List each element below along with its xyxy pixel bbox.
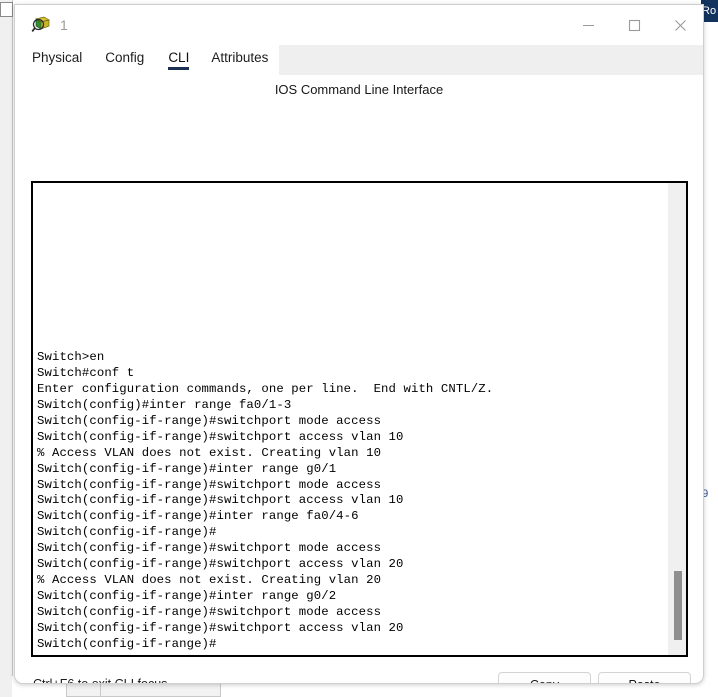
cli-heading: IOS Command Line Interface xyxy=(274,82,444,97)
tab-physical-label: Physical xyxy=(32,50,83,65)
tab-cli-label: CLI xyxy=(168,50,190,65)
tab-attributes-label: Attributes xyxy=(211,50,269,65)
minimize-icon[interactable] xyxy=(565,5,611,45)
terminal-scrollbar[interactable] xyxy=(668,183,686,655)
tab-physical[interactable]: Physical xyxy=(32,45,82,70)
dialog-body: IOS Command Line Interface Switch>en Swi… xyxy=(15,75,703,683)
tab-cli[interactable]: CLI xyxy=(168,45,190,70)
window-titlebar: 1 xyxy=(15,5,703,45)
background-toolbar-icon xyxy=(0,2,13,17)
tab-config-label: Config xyxy=(105,50,145,65)
background-left-panel xyxy=(0,0,13,697)
cli-focus-hint: Ctrl+F6 to exit CLI focus xyxy=(33,677,168,684)
cli-dialog-window: 1 Physical Config CLI Attributes IOS Com… xyxy=(14,4,704,684)
close-icon[interactable] xyxy=(657,5,703,45)
window-title: 1 xyxy=(60,17,68,33)
maximize-icon[interactable] xyxy=(611,5,657,45)
tab-config[interactable]: Config xyxy=(105,45,144,70)
cli-terminal-text: Switch>en Switch#conf t Enter configurat… xyxy=(37,349,494,652)
terminal-scrollbar-thumb[interactable] xyxy=(674,571,682,640)
copy-button[interactable]: Copy xyxy=(498,672,591,683)
tab-attributes[interactable]: Attributes xyxy=(211,45,268,70)
window-controls xyxy=(565,5,703,45)
packet-tracer-device-icon xyxy=(31,15,51,35)
paste-button[interactable]: Paste xyxy=(598,672,691,683)
cli-terminal[interactable]: Switch>en Switch#conf t Enter configurat… xyxy=(31,181,688,657)
tab-strip: Physical Config CLI Attributes xyxy=(15,45,703,75)
